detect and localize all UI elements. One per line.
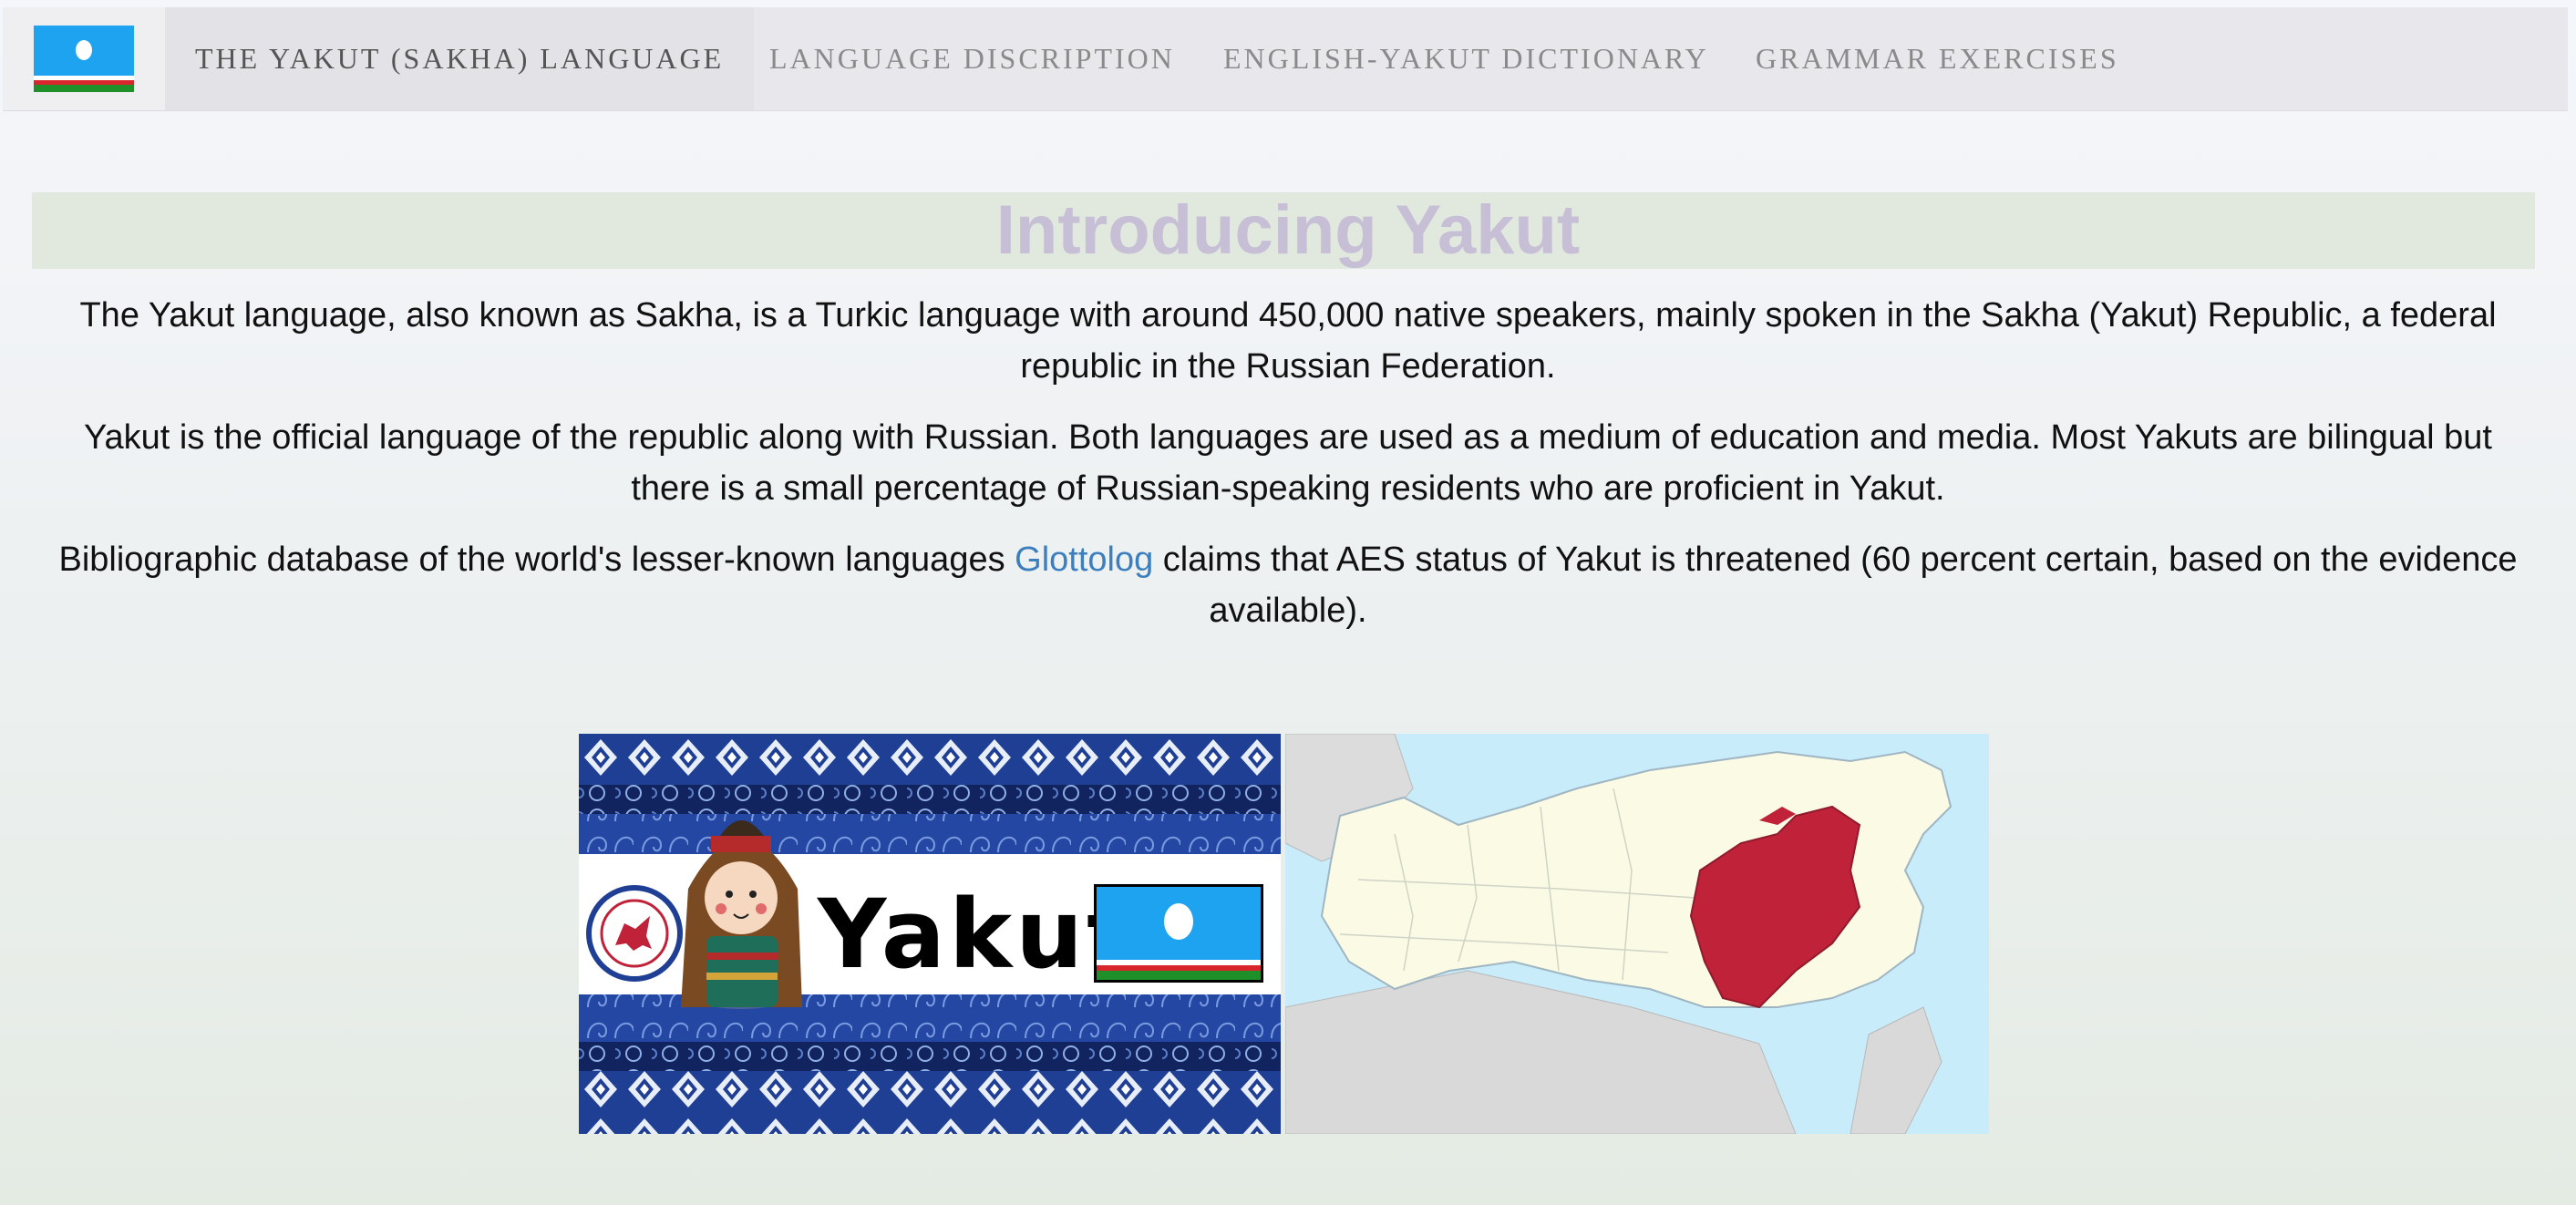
intro-paragraph-2: Yakut is the official language of the re… <box>84 418 2492 508</box>
brand-logo-link[interactable] <box>3 7 165 110</box>
page-title: Introducing Yakut <box>995 191 1581 269</box>
nav-link-english-yakut-dictionary[interactable]: ENGLISH-YAKUT DICTIONARY <box>1193 7 1739 110</box>
russia-sakha-map-image <box>1285 734 1989 1134</box>
yakut-banner-graphic: Yakut <box>579 734 1281 1134</box>
paragraph-3-text-end: claims that AES status of Yakut is threa… <box>1153 541 2518 630</box>
top-navbar: THE YAKUT (SAKHA) LANGUAGE LANGUAGE DISC… <box>3 7 2568 111</box>
banner-word: Yakut <box>816 879 1136 990</box>
nav-link-language-description[interactable]: LANGUAGE DISCRIPTION <box>739 7 1205 110</box>
nav-link-yakut-language[interactable]: THE YAKUT (SAKHA) LANGUAGE <box>165 7 755 110</box>
nav-link-grammar-exercises[interactable]: GRAMMAR EXERCISES <box>1726 7 2149 110</box>
russia-map-graphic <box>1285 734 1989 1134</box>
glottolog-link[interactable]: Glottolog <box>1015 541 1153 579</box>
intro-paragraph-3: Bibliographic database of the world's le… <box>55 534 2521 636</box>
yakut-banner-image: Yakut <box>579 734 1281 1134</box>
sakha-flag-icon <box>34 26 134 92</box>
intro-paragraph-1: The Yakut language, also known as Sakha,… <box>79 296 2497 386</box>
paragraph-3-text-start: Bibliographic database of the world's le… <box>58 541 1015 579</box>
